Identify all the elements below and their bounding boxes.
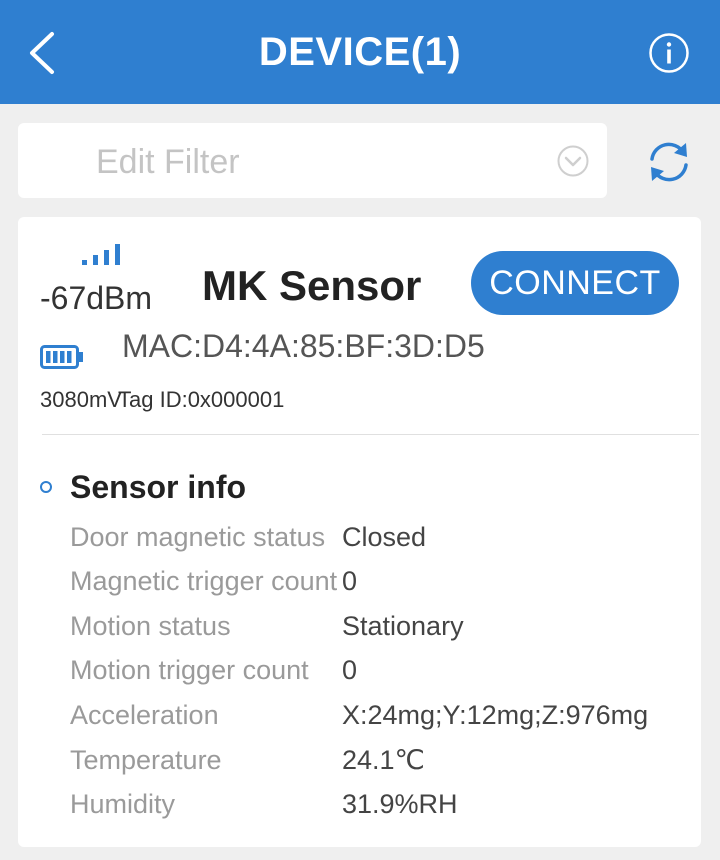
sensor-label: Magnetic trigger count	[70, 566, 338, 596]
connect-button[interactable]: CONNECT	[471, 251, 679, 315]
section-bullet-icon	[40, 481, 52, 493]
sensor-label: Humidity	[70, 789, 176, 819]
page-title: DEVICE(1)	[258, 30, 462, 74]
sensor-value: 31.9%RH	[342, 789, 458, 819]
battery-voltage: 3080mV	[40, 387, 122, 412]
sensor-label: Motion trigger count	[70, 655, 309, 685]
sensor-label: Motion status	[70, 611, 231, 641]
battery-icon	[40, 345, 83, 369]
signal-icon	[82, 244, 120, 265]
sensor-label: Acceleration	[70, 700, 219, 730]
sensor-label: Door magnetic status	[70, 522, 326, 552]
app-header: DEVICE(1)	[0, 0, 720, 104]
sensor-value: 0	[342, 566, 358, 596]
sensor-value: Stationary	[342, 611, 464, 641]
sensor-value: X:24mg;Y:12mg;Z:976mg	[342, 700, 649, 730]
rssi-value: -67dBm	[40, 280, 153, 316]
sensor-value: Closed	[342, 522, 427, 552]
sensor-value: 0	[342, 655, 358, 685]
divider	[42, 434, 699, 435]
mac-address: MAC:D4:4A:85:BF:3D:D5	[122, 328, 485, 364]
section-title: Sensor info	[70, 469, 247, 505]
info-icon[interactable]	[648, 32, 690, 74]
tag-id: Tag ID:0x000001	[118, 387, 285, 412]
chevron-down-icon[interactable]	[556, 144, 590, 178]
refresh-icon[interactable]	[644, 137, 694, 187]
filter-input[interactable]	[96, 140, 536, 184]
sensor-label: Temperature	[70, 745, 222, 775]
device-name: MK Sensor	[202, 262, 422, 309]
sensor-value: 24.1℃	[342, 745, 425, 775]
